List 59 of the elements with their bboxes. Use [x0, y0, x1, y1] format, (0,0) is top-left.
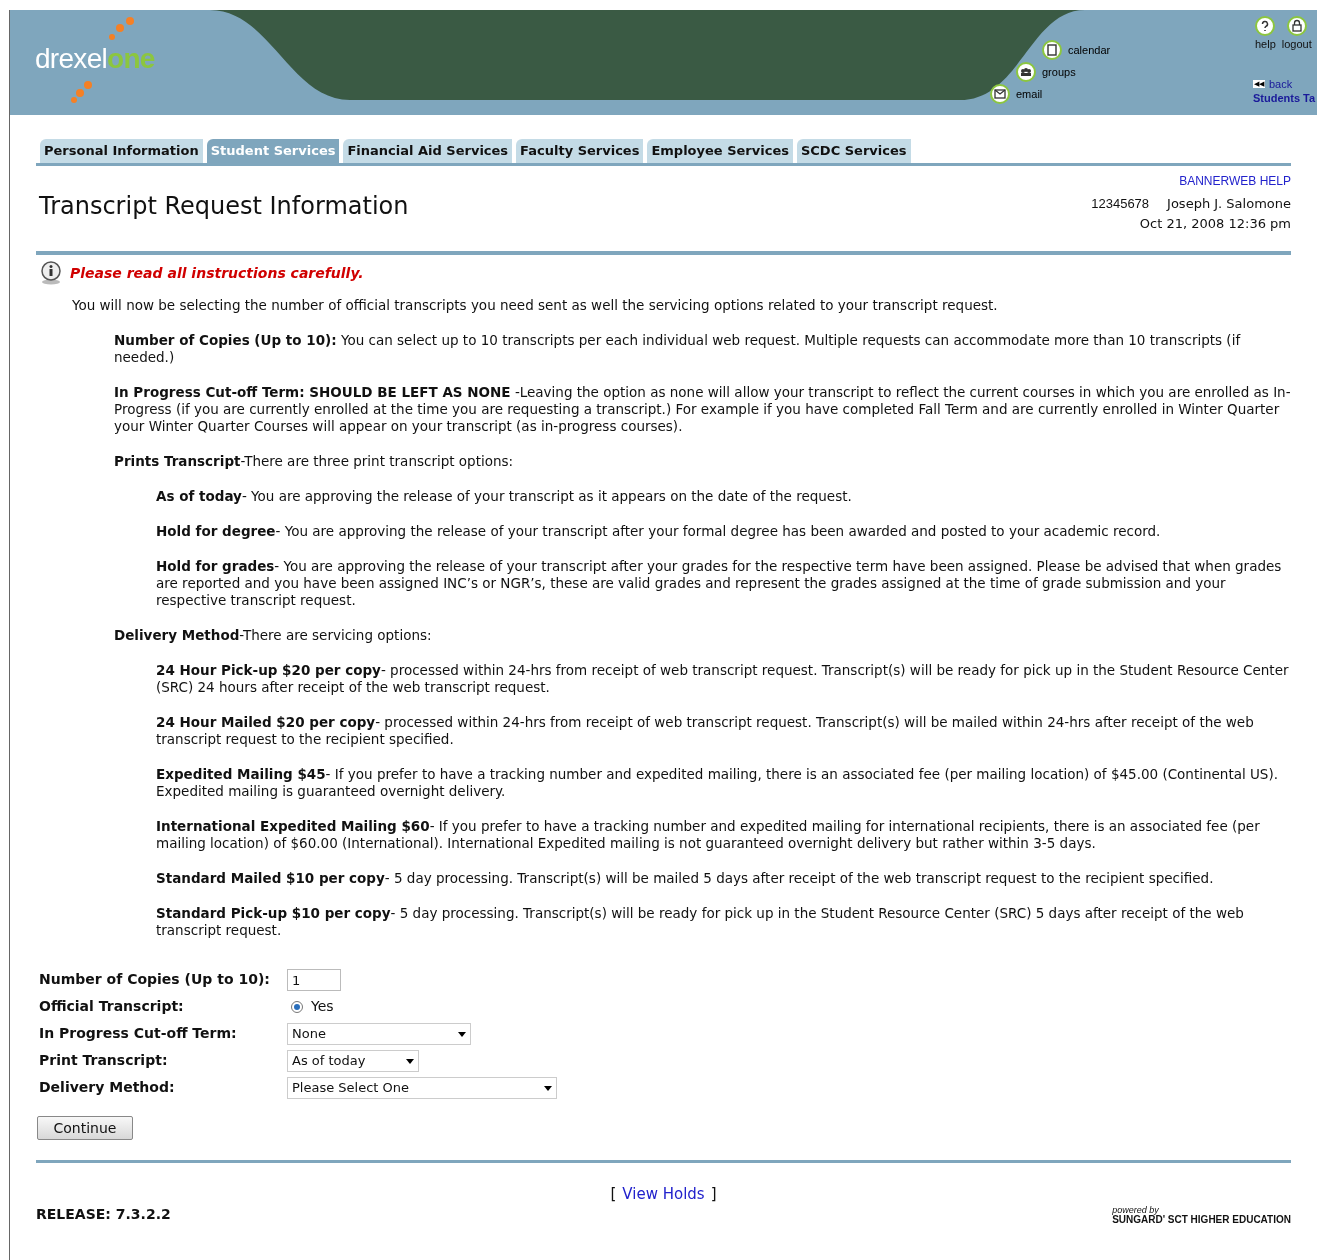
page-title: Transcript Request Information: [38, 191, 409, 222]
field-label: Number of Copies (Up to 10):: [39, 970, 271, 989]
envelope-icon[interactable]: [990, 84, 1010, 104]
powered-by-text: powered by: [1112, 1204, 1160, 1215]
instruction-text: Standard Pick-up $10 per copy- 5 day processing. Transcript(s) will be ready for pick up in the Student Resource Center (SRC) 5 days after receipt of the web transcript request.: [155, 905, 1245, 939]
radio-button[interactable]: [291, 1000, 303, 1013]
notice-text: Please read all instructions carefully.: [70, 263, 364, 283]
instruction-text: 24 Hour Pick-up $20 per copy- processed within 24-hrs from receipt of web transcript request. Transcript(s) will be ready for pick up in the Student Resource Center (SRC) 24 hours after receipt of the web transcript request.: [155, 662, 1290, 696]
instruction-text: Delivery Method-There are servicing options:: [113, 627, 433, 644]
calendar-icon[interactable]: [1042, 40, 1062, 60]
nav-tab[interactable]: Employee Services: [647, 139, 793, 163]
bracket: [: [610, 1184, 617, 1205]
continue-button[interactable]: Continue: [37, 1116, 133, 1140]
logo: drexelone: [35, 42, 155, 76]
field-label: Official Transcript:: [39, 997, 185, 1016]
vendor-logo-text: SUNGARD' SCT HIGHER EDUCATION: [1112, 1214, 1291, 1225]
back-link[interactable]: back: [1269, 76, 1293, 93]
students-tab-link[interactable]: Students Ta: [1253, 90, 1316, 107]
header-link[interactable]: help: [1255, 36, 1276, 53]
instruction-text: Expedited Mailing $45- If you prefer to have a tracking number and expedited mailing, there is an associated fee (per mailing location) of $45.00 (Continental US). Expedited mailing is guaranteed overnight delivery.: [155, 766, 1279, 800]
instruction-text: Hold for degree- You are approving the release of your transcript after your formal degree has been awarded and posted to your academic record.: [155, 523, 1162, 540]
caret-icon: [544, 1085, 552, 1091]
dropdown[interactable]: None: [287, 1023, 471, 1045]
help-icon[interactable]: [1255, 16, 1276, 36]
header-link[interactable]: groups: [1042, 63, 1076, 81]
field-label: In Progress Cut-off Term:: [39, 1024, 238, 1043]
caret-icon: [458, 1031, 466, 1037]
field-label: Delivery Method:: [39, 1078, 176, 1097]
bracket: ]: [710, 1184, 717, 1205]
field-label: Print Transcript:: [39, 1051, 169, 1070]
caret-icon: [406, 1058, 414, 1064]
dropdown[interactable]: As of today: [287, 1050, 419, 1072]
info-icon: [38, 261, 64, 285]
instruction-text: International Expedited Mailing $60- If you prefer to have a tracking number and expedited mailing for international recipients, there is an associated fee (per mailing location) of $60.00 (International). International Expedited mailing is not guaranteed overnight delivery but rather within 3-5 days.: [155, 818, 1261, 852]
help-link[interactable]: BANNERWEB HELP: [1179, 172, 1291, 190]
dropdown[interactable]: Please Select One: [287, 1077, 557, 1099]
instruction-text: In Progress Cut-off Term: SHOULD BE LEFT AS NONE -Leaving the option as none will allow your transcript to reflect the current courses in which you are enrolled as In-Progress (if you are currently enrolled at the time you are requesting a transcript.) For example if you have completed Fall Term and are currently enrolled in Winter Quarter your Winter Quarter Courses will appear on your transcript (as in-progress courses).: [113, 384, 1292, 435]
date-time: Oct 21, 2008 12:36 pm: [1139, 214, 1291, 233]
header-link[interactable]: email: [1016, 85, 1043, 103]
instruction-text: Prints Transcript-There are three print transcript options:: [113, 453, 515, 470]
intro-text: You will now be selecting the number of official transcripts you need sent as well the servicing options related to your transcript request.: [71, 297, 999, 314]
instruction-text: 24 Hour Mailed $20 per copy- processed within 24-hrs from receipt of web transcript request. Transcript(s) will be mailed within 24-hrs after receipt of the web transcript request to the recipient specified.: [155, 714, 1255, 748]
lock-icon[interactable]: [1286, 16, 1307, 36]
nav-tab[interactable]: Faculty Services: [516, 139, 644, 163]
copies-input[interactable]: 1: [287, 969, 341, 991]
nav-tab[interactable]: Personal Information: [40, 139, 203, 163]
instruction-text: Hold for grades- You are approving the release of your transcript after your grades for the respective term have been assigned. Please be advised that when grades are reported and you have been assigned INC’s or NGR’s, these are valid grades and represent the grades assigned at the time of grade submission and your respective transcript request.: [155, 558, 1283, 609]
instruction-text: As of today- You are approving the release of your transcript as it appears on the date of the request.: [155, 488, 853, 505]
nav-tab[interactable]: SCDC Services: [796, 139, 911, 163]
header-link[interactable]: logout: [1281, 36, 1312, 53]
header-link[interactable]: calendar: [1068, 41, 1111, 59]
nav-tab[interactable]: Financial Aid Services: [343, 139, 513, 163]
student-name: Joseph J. Salomone: [1167, 195, 1291, 213]
release-text: RELEASE: 7.3.2.2: [36, 1204, 171, 1224]
instruction-text: Standard Mailed $10 per copy- 5 day processing. Transcript(s) will be mailed 5 days after receipt of the web transcript request to the recipient specified.: [155, 870, 1215, 887]
radio-label: Yes: [311, 997, 334, 1016]
student-id: 12345678: [1091, 195, 1150, 213]
view-holds-link[interactable]: View Holds: [622, 1183, 705, 1206]
instruction-text: Number of Copies (Up to 10): You can select up to 10 transcripts per each individual web request. Multiple requests can accommodate more than 10 transcripts (if needed.): [113, 332, 1242, 366]
